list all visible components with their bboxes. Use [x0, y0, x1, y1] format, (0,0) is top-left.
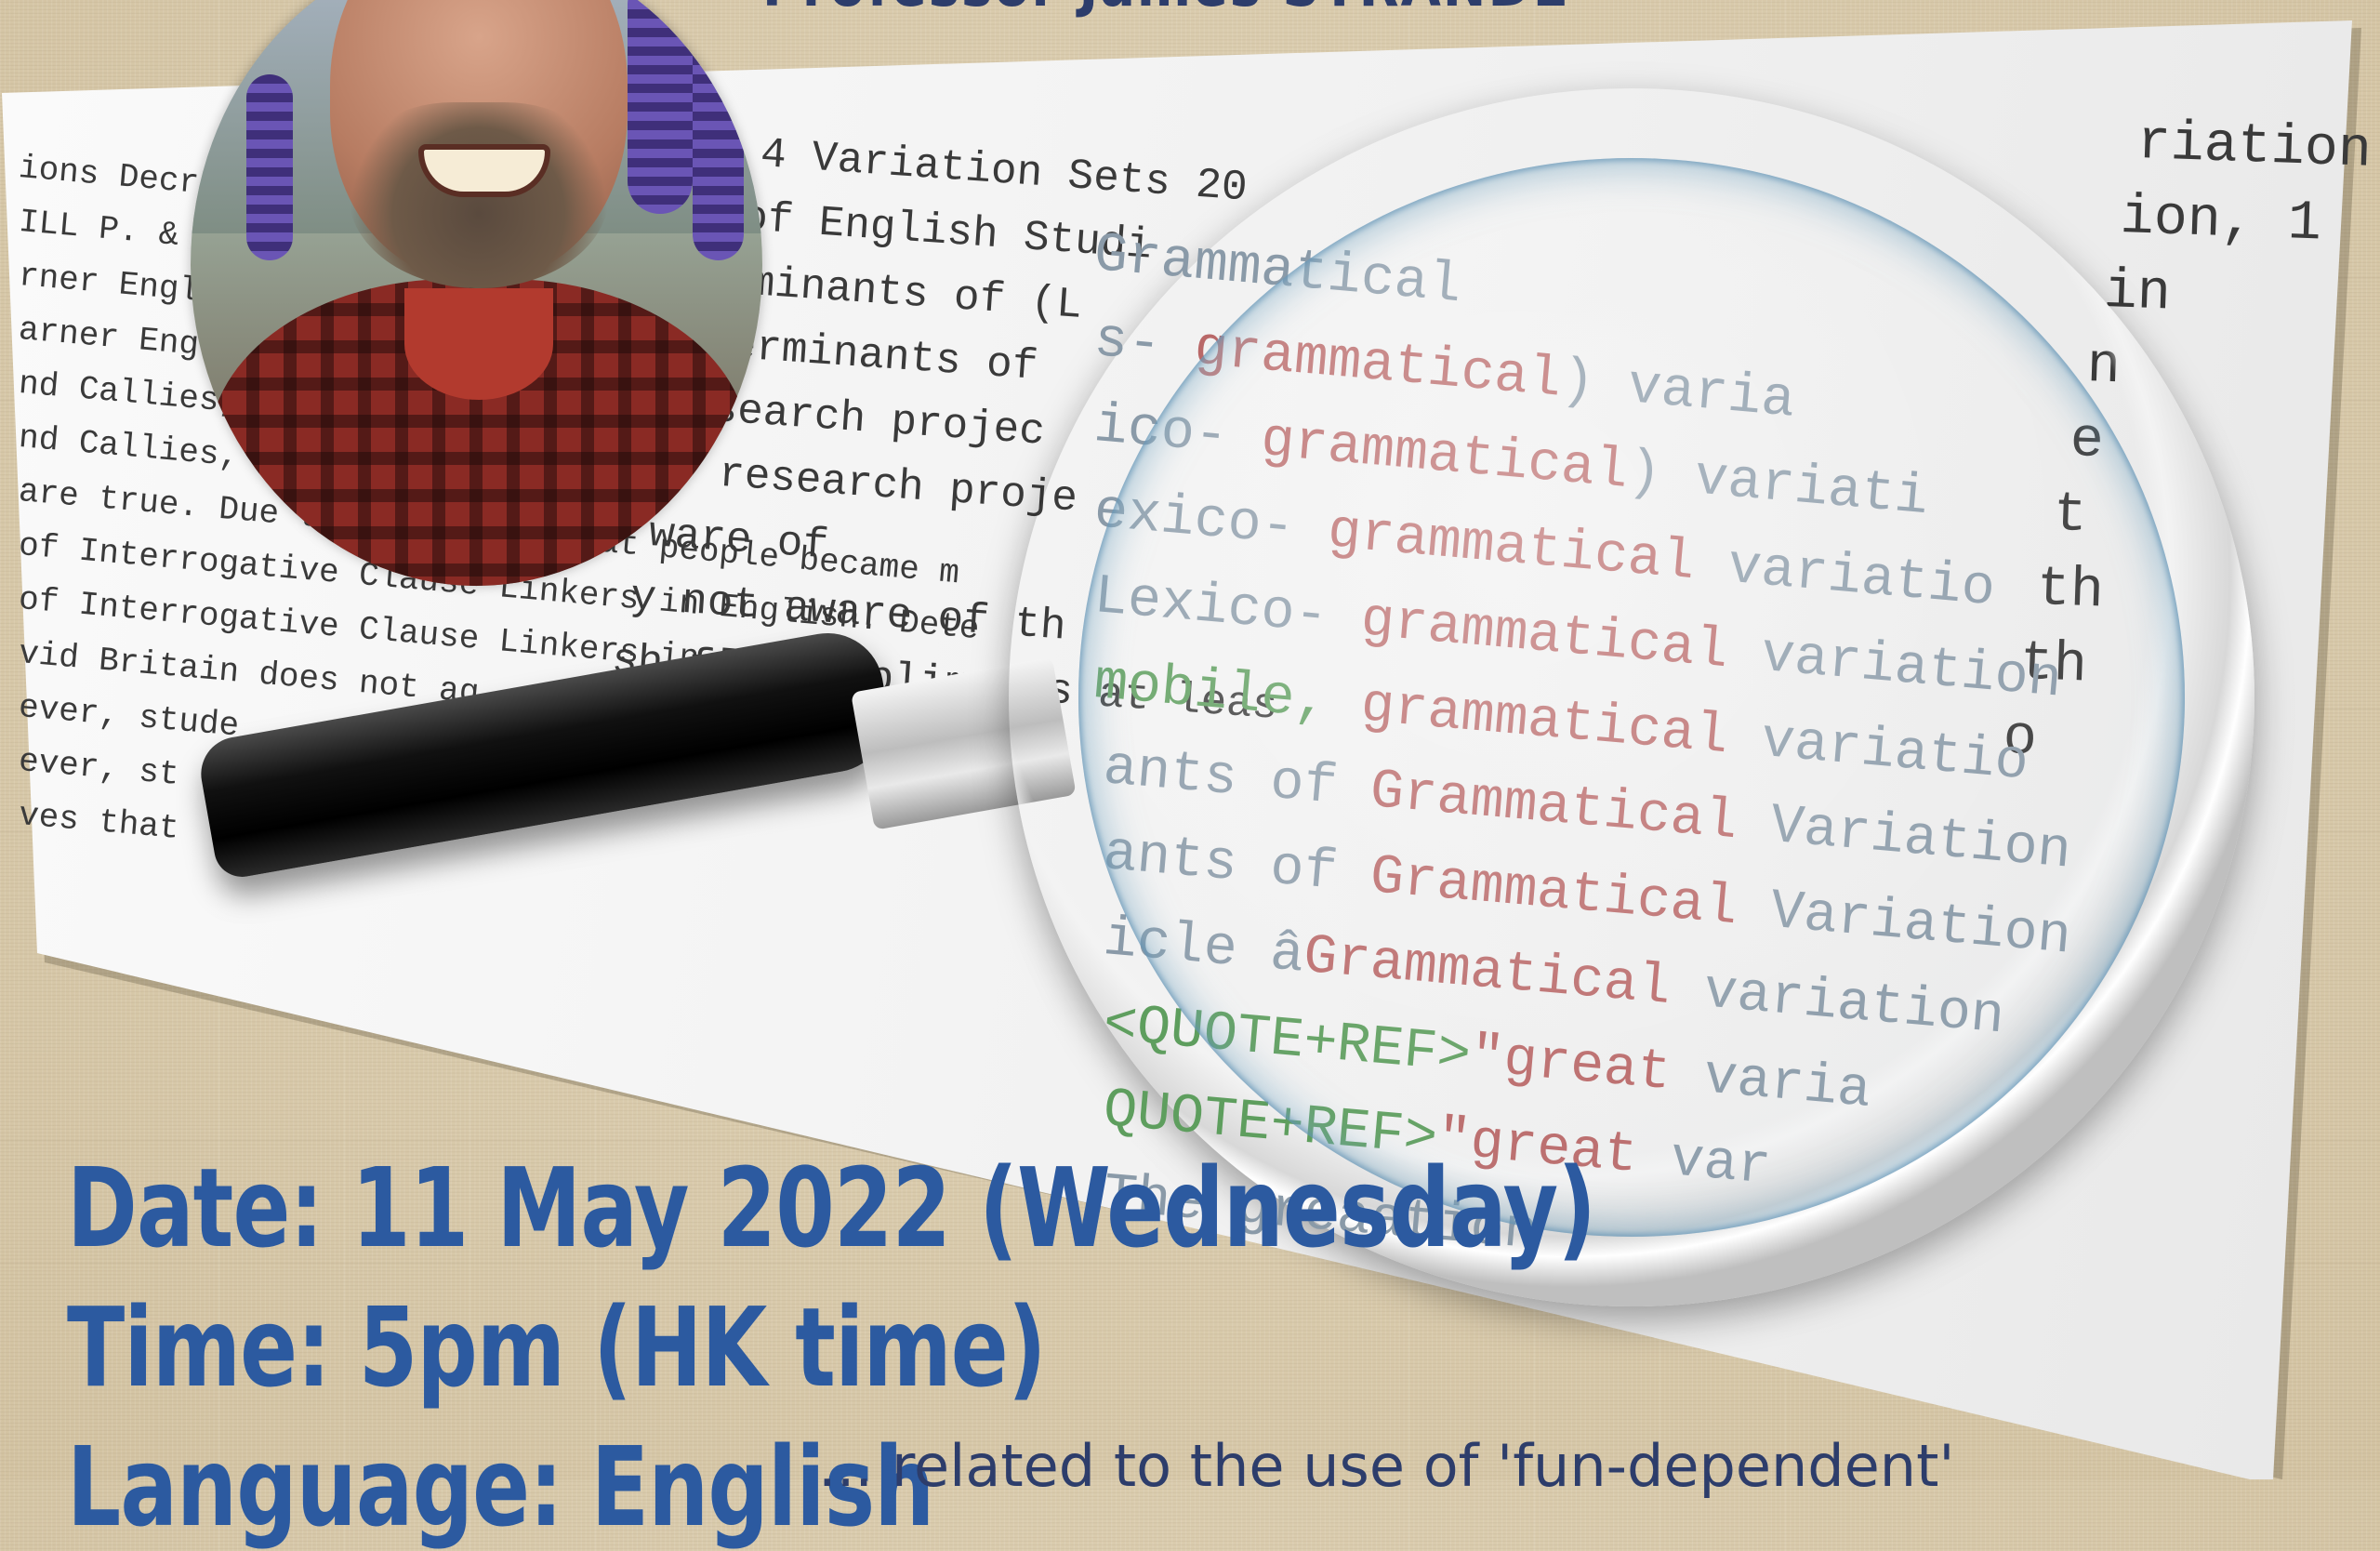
event-language: Language: English — [67, 1423, 934, 1551]
bottom-note: ... related to the use of 'fun-dependent… — [818, 1432, 1955, 1500]
event-date: Date: 11 May 2022 (Wednesday) — [67, 1144, 1596, 1272]
speaker-photo — [191, 0, 762, 586]
document-text-line: riation Se — [2135, 112, 2380, 187]
event-time: Time: 5pm (HK time) — [67, 1283, 1047, 1412]
document-text-line: ion, 1 — [2119, 186, 2322, 257]
magnifier-lens — [1078, 158, 2185, 1237]
